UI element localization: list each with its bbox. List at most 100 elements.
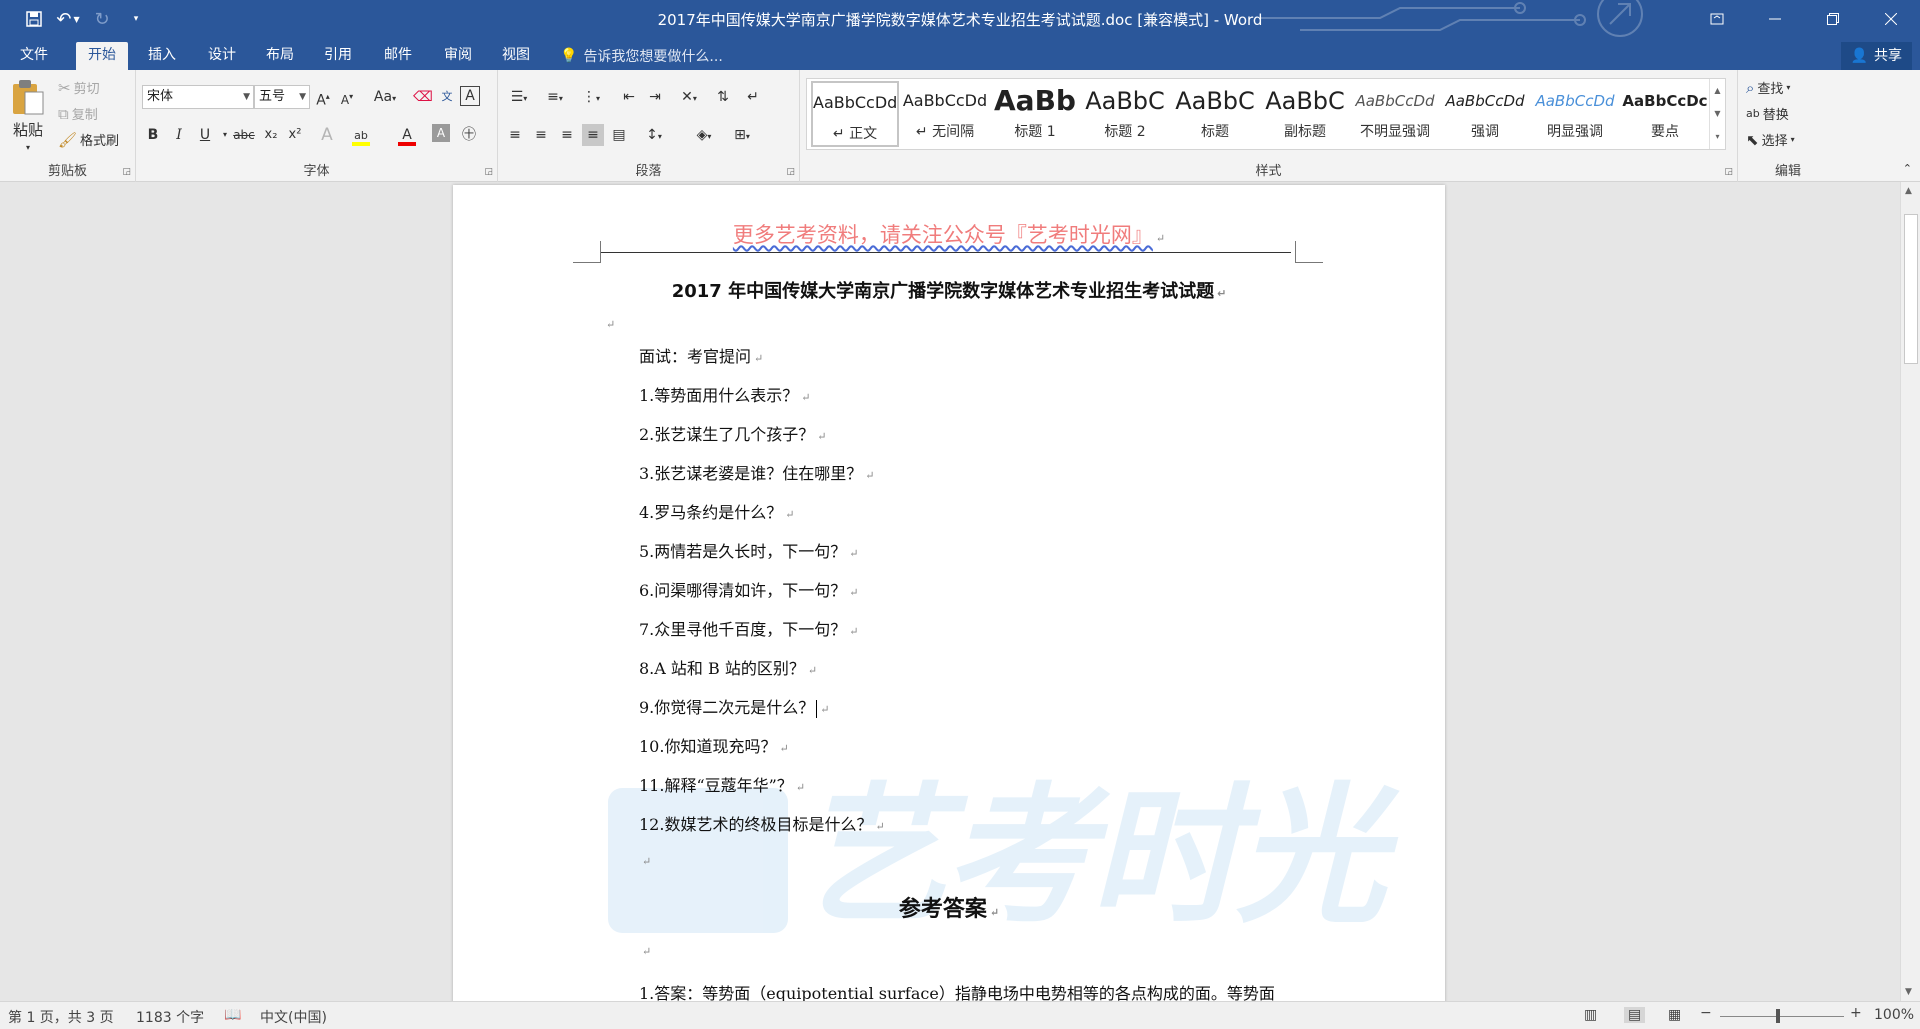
zoom-level[interactable]: 100%: [1874, 1007, 1914, 1023]
grow-font-button[interactable]: A▴: [312, 86, 334, 109]
style-intense-emphasis[interactable]: AaBbCcDd 明显强调: [1531, 81, 1619, 147]
scroll-up-icon[interactable]: ▲: [1905, 186, 1912, 196]
intro-text: 面试：考官提问: [639, 347, 752, 366]
borders-icon[interactable]: ⊞▾: [726, 124, 758, 146]
increase-indent-icon[interactable]: ⇥: [644, 86, 666, 108]
font-color-icon[interactable]: A: [396, 124, 418, 146]
subscript-button[interactable]: x₂: [260, 124, 282, 146]
minimize-icon[interactable]: [1746, 0, 1804, 38]
read-mode-icon[interactable]: ▥: [1584, 1007, 1597, 1023]
character-border-icon[interactable]: A: [460, 86, 480, 106]
ribbon-display-icon[interactable]: [1688, 0, 1746, 38]
restore-icon[interactable]: [1804, 0, 1862, 38]
numbering-icon[interactable]: ≡▾: [540, 86, 570, 108]
scroll-thumb[interactable]: [1904, 214, 1918, 364]
word-count[interactable]: 1183 个字: [136, 1007, 204, 1027]
tab-file[interactable]: 文件: [8, 42, 60, 70]
multilevel-list-icon[interactable]: ⋮▾: [576, 86, 606, 108]
tab-design[interactable]: 设计: [196, 42, 248, 70]
paste-button[interactable]: 粘贴 ▾: [10, 78, 46, 152]
style-title[interactable]: AaBbC 标题: [1171, 81, 1259, 147]
clipboard-launcher-icon[interactable]: ◲: [122, 167, 131, 177]
chinese-layout-icon[interactable]: ✕▾: [674, 86, 704, 108]
share-button[interactable]: 👤 共享: [1840, 42, 1912, 70]
window-title: 2017年中国传媒大学南京广播学院数字媒体艺术专业招生考试试题.doc [兼容模…: [657, 11, 1263, 29]
decrease-indent-icon[interactable]: ⇤: [618, 86, 640, 108]
document-title-text: 2017 年中国传媒大学南京广播学院数字媒体艺术专业招生考试试题: [671, 281, 1215, 302]
justify-icon[interactable]: ≡: [582, 124, 604, 146]
vertical-scrollbar[interactable]: ▲ ▼: [1900, 182, 1920, 1001]
text-effects-icon[interactable]: A: [316, 124, 338, 146]
scroll-down-icon[interactable]: ▼: [1905, 987, 1912, 997]
zoom-slider-thumb[interactable]: [1776, 1009, 1780, 1023]
style-strong[interactable]: AaBbCcDc 要点: [1621, 81, 1709, 147]
chevron-down-icon[interactable]: ▼: [1710, 102, 1725, 125]
line-spacing-icon[interactable]: ↕▾: [638, 124, 670, 146]
find-button[interactable]: ⌕ 查找 ▾: [1746, 78, 1790, 98]
style-subtitle[interactable]: AaBbC 副标题: [1261, 81, 1349, 147]
styles-launcher-icon[interactable]: ◲: [1724, 167, 1733, 177]
gallery-scroll[interactable]: ▲ ▼ ▾: [1709, 79, 1725, 149]
zoom-in-icon[interactable]: +: [1850, 1005, 1862, 1021]
underline-button[interactable]: U: [194, 124, 216, 146]
change-case-button[interactable]: Aa▾: [368, 86, 402, 108]
strikethrough-button[interactable]: abc: [230, 124, 258, 146]
style-heading-1[interactable]: AaBb 标题 1: [991, 81, 1079, 147]
align-right-icon[interactable]: ≡: [556, 124, 578, 146]
highlight-color-icon[interactable]: ab: [350, 124, 372, 146]
phonetic-guide-icon[interactable]: 文: [436, 86, 458, 108]
superscript-button[interactable]: x²: [284, 124, 306, 146]
replace-button[interactable]: ab 替换: [1746, 104, 1789, 123]
style-emphasis[interactable]: AaBbCcDd 强调: [1441, 81, 1529, 147]
bold-button[interactable]: B: [142, 124, 164, 146]
style-heading-2[interactable]: AaBbC 标题 2: [1081, 81, 1169, 147]
tab-mailings[interactable]: 邮件: [372, 42, 424, 70]
style-subtle-emphasis[interactable]: AaBbCcDd 不明显强调: [1351, 81, 1439, 147]
proofing-icon[interactable]: 📖: [224, 1007, 241, 1023]
language-indicator[interactable]: 中文(中国): [260, 1007, 327, 1027]
align-left-icon[interactable]: ≡: [504, 124, 526, 146]
tab-home[interactable]: 开始: [76, 42, 128, 70]
cut-button[interactable]: ✂ 剪切: [58, 78, 100, 98]
paragraph-launcher-icon[interactable]: ◲: [786, 167, 795, 177]
web-layout-icon[interactable]: ▦: [1668, 1007, 1681, 1023]
show-formatting-marks-icon[interactable]: ↵: [742, 86, 764, 108]
collapse-ribbon-icon[interactable]: ⌃: [1903, 162, 1912, 175]
style-no-spacing[interactable]: AaBbCcDd ↵ 无间隔: [901, 81, 989, 147]
print-layout-icon[interactable]: ▤: [1624, 1007, 1646, 1023]
clear-formatting-icon[interactable]: ⌫: [412, 86, 434, 108]
close-icon[interactable]: [1862, 0, 1920, 38]
zoom-slider[interactable]: [1720, 1016, 1844, 1017]
shrink-font-button[interactable]: A▾: [336, 86, 358, 108]
font-launcher-icon[interactable]: ◲: [484, 167, 493, 177]
page-count[interactable]: 第 1 页，共 3 页: [8, 1007, 114, 1027]
font-name-combo[interactable]: 宋体 ▼: [142, 85, 254, 109]
paragraph-mark: ↵: [754, 352, 764, 365]
style-normal[interactable]: AaBbCcDd ↵ 正文: [811, 81, 899, 147]
tell-me-box[interactable]: 💡 告诉我您想要做什么...: [560, 46, 723, 66]
document-page[interactable]: 更多艺考资料，请关注公众号『艺考时光网』 ↵ 2017 年中国传媒大学南京广播学院…: [453, 185, 1445, 1001]
format-painter-label: 格式刷: [80, 134, 120, 149]
chevron-up-icon[interactable]: ▲: [1710, 79, 1725, 102]
sort-icon[interactable]: ⇅: [712, 86, 734, 108]
format-painter-button[interactable]: 🖌 格式刷: [58, 130, 120, 150]
enclose-characters-icon[interactable]: ㊉: [458, 124, 480, 146]
style-sample: AaBbCcDd: [1535, 92, 1615, 110]
distributed-icon[interactable]: ▤: [608, 124, 630, 146]
select-button[interactable]: ⬉ 选择 ▾: [1746, 130, 1795, 150]
italic-button[interactable]: I: [168, 124, 190, 146]
tab-layout[interactable]: 布局: [254, 42, 306, 70]
tab-view[interactable]: 视图: [490, 42, 542, 70]
share-label: 共享: [1874, 48, 1902, 64]
tab-references[interactable]: 引用: [312, 42, 364, 70]
zoom-out-icon[interactable]: −: [1700, 1005, 1712, 1021]
align-center-icon[interactable]: ≡: [530, 124, 552, 146]
gallery-more-icon[interactable]: ▾: [1710, 125, 1725, 148]
shading-icon[interactable]: ◈▾: [688, 124, 720, 146]
bullets-icon[interactable]: ☰▾: [504, 86, 534, 108]
tab-review[interactable]: 审阅: [432, 42, 484, 70]
font-size-combo[interactable]: 五号 ▼: [254, 85, 310, 109]
tab-insert[interactable]: 插入: [136, 42, 188, 70]
character-shading-icon[interactable]: A: [432, 124, 450, 142]
copy-button[interactable]: ⧉ 复制: [58, 104, 98, 124]
